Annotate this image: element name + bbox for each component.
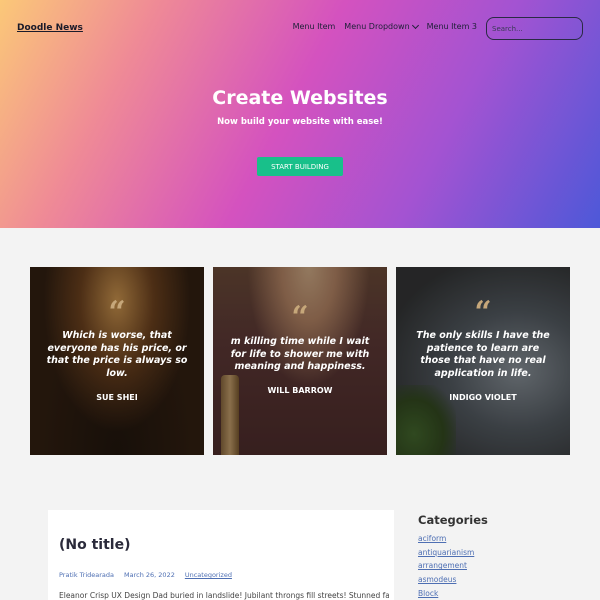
nav-item-menu-item-3[interactable]: Menu Item 3 [427, 22, 477, 31]
hero-banner: Doodle News Menu Item Menu Dropdown Menu… [0, 0, 600, 228]
site-brand-link[interactable]: Doodle News [17, 23, 83, 33]
quote-icon: “ [291, 300, 309, 335]
start-building-button[interactable]: START BUILDING [257, 157, 343, 176]
category-link[interactable]: arrangement [418, 559, 488, 573]
search-input[interactable] [486, 17, 583, 40]
nav-item-label: Menu Dropdown [344, 22, 410, 31]
post-author-link[interactable]: Pratik Tridearada [59, 571, 114, 579]
quote-icon: “ [474, 295, 492, 330]
testimonial-author: WILL BARROW [267, 386, 333, 395]
post-card: (No title) Pratik Tridearada March 26, 2… [48, 510, 394, 600]
category-list: aciform antiquarianism arrangement asmod… [418, 532, 488, 600]
nav-item-menu-dropdown[interactable]: Menu Dropdown [344, 21, 419, 31]
nav-item-menu-item[interactable]: Menu Item [293, 22, 336, 31]
testimonial-author: SUE SHEI [96, 393, 138, 402]
sidebar-categories: Categories aciform antiquarianism arrang… [418, 513, 488, 600]
quote-icon: “ [108, 295, 126, 330]
testimonial-quote: Which is worse, that everyone has his pr… [46, 330, 188, 379]
testimonial-card-1: “ Which is worse, that everyone has his … [30, 267, 204, 455]
chevron-down-icon [411, 21, 419, 29]
post-meta: Pratik Tridearada March 26, 2022 Uncateg… [59, 571, 232, 579]
testimonial-quote: m killing time while I wait for life to … [230, 336, 370, 372]
hero-subtitle: Now build your website with ease! [217, 117, 383, 127]
post-title[interactable]: (No title) [59, 537, 130, 553]
category-link[interactable]: aciform [418, 532, 488, 546]
category-link[interactable]: asmodeus [418, 573, 488, 587]
testimonial-author: INDIGO VIOLET [449, 393, 517, 402]
testimonial-card-3: “ The only skills I have the patience to… [396, 267, 570, 455]
category-link[interactable]: antiquarianism [418, 546, 488, 560]
testimonial-quote: The only skills I have the patience to l… [416, 330, 550, 379]
testimonial-card-2: “ m killing time while I wait for life t… [213, 267, 387, 455]
post-excerpt: Eleanor Crisp UX Design Dad buried in la… [59, 591, 389, 600]
hero-title: Create Websites [212, 87, 388, 109]
post-category-link[interactable]: Uncategorized [185, 571, 232, 579]
main-nav: Menu Item Menu Dropdown Menu Item 3 [293, 21, 477, 31]
sidebar-heading: Categories [418, 513, 488, 527]
category-link[interactable]: Block [418, 587, 488, 600]
post-date-link[interactable]: March 26, 2022 [124, 571, 175, 579]
